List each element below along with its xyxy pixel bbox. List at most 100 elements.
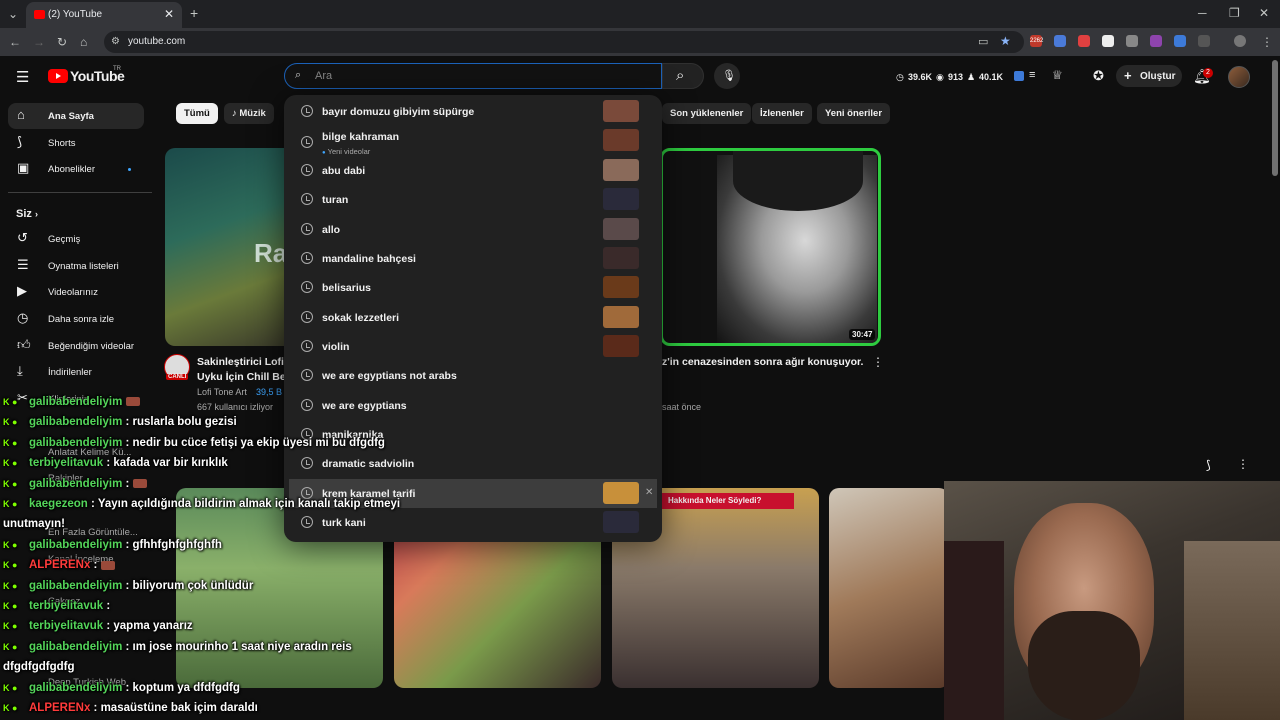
history-icon: ↺ (17, 230, 28, 245)
sidebar-item-watch-later[interactable]: ◷ Daha sonra izle (8, 306, 144, 332)
chat-username[interactable]: terbiyelitavuk (29, 620, 103, 632)
suggestion-item[interactable]: sokak lezzetleri (289, 303, 657, 332)
history-icon (301, 281, 313, 293)
suggestion-item[interactable]: allo (289, 215, 657, 244)
suggestion-item[interactable]: mandaline bahçesi (289, 244, 657, 273)
chat-text: : ım jose mourinho 1 saat niye aradın re… (122, 640, 352, 653)
tab-list-icon[interactable]: ⌄ (8, 7, 18, 21)
youtube-logo-icon[interactable] (48, 69, 68, 83)
search-input[interactable] (315, 68, 645, 84)
minimize-icon[interactable]: ─ (1198, 6, 1207, 20)
premium-spark-icon[interactable]: ✪ (1093, 68, 1104, 84)
chip-watched[interactable]: İzlenenler (752, 103, 812, 124)
chat-badge-icon: K ● (3, 682, 18, 693)
chat-username[interactable]: kaegezeon (29, 498, 88, 510)
site-info-icon[interactable]: ⚙ (111, 35, 120, 49)
chat-username[interactable]: galibabendeliyim (29, 396, 122, 408)
create-button[interactable]: + Oluştur (1116, 65, 1182, 87)
home-icon[interactable]: ⌂ (80, 35, 87, 49)
forward-icon[interactable]: → (33, 35, 45, 49)
suggestion-thumbnail (603, 482, 639, 504)
chat-username[interactable]: galibabendeliyim (29, 437, 122, 449)
video-thumbnail-portrait[interactable] (660, 148, 881, 346)
chip-recently-uploaded[interactable]: Son yüklenenler (662, 103, 752, 124)
sidebar-item-downloads[interactable]: ⤓ İndirilenler (8, 359, 144, 385)
adblock-extension-icon[interactable] (1078, 35, 1090, 47)
sidebar-item-playlists[interactable]: ☰ Oynatma listeleri (8, 253, 144, 279)
suggestion-item[interactable]: violin (289, 332, 657, 361)
new-tab-icon[interactable]: + (190, 6, 198, 20)
search-box[interactable]: ⌕ (284, 63, 662, 89)
page-scrollbar[interactable] (1272, 60, 1278, 176)
suggestion-text: bayır domuzu gibiyim süpürge (322, 106, 475, 118)
sidebar-item-label: Shorts (48, 138, 76, 149)
chat-username[interactable]: terbiyelitavuk (29, 457, 103, 469)
chip-music[interactable]: ♪ Müzik (224, 103, 274, 124)
suggestion-item[interactable]: abu dabi (289, 156, 657, 185)
sidebar-item-history[interactable]: ↺ Geçmiş (8, 226, 144, 252)
studio-extension-icon[interactable] (1014, 71, 1024, 81)
chat-username[interactable]: galibabendeliyim (29, 539, 122, 551)
chat-text: : biliyorum çok ünlüdür (122, 579, 254, 592)
suggestion-item[interactable]: dramatic sadviolin (289, 449, 657, 478)
shorts-more-options-icon[interactable]: ⋮ (1237, 457, 1249, 471)
chat-username[interactable]: galibabendeliyim (29, 641, 122, 653)
video-title[interactable]: z'in cenazesinden sonra ağır konuşuyor. (662, 356, 863, 368)
close-tab-icon[interactable]: ✕ (164, 7, 174, 21)
extension-diamond-icon[interactable] (1102, 35, 1114, 47)
extension-glasses-icon[interactable] (1126, 35, 1138, 47)
suggestion-item[interactable]: bilge kahraman Yeni videolar (289, 126, 657, 156)
video-title-line2[interactable]: Uyku İçin Chill Bea (197, 371, 292, 383)
chat-username[interactable]: galibabendeliyim (29, 580, 122, 592)
restore-icon[interactable]: ❐ (1229, 6, 1240, 20)
list-icon[interactable]: ≡ (1029, 69, 1035, 81)
chat-username[interactable]: terbiyelitavuk (29, 600, 103, 612)
chat-username[interactable]: galibabendeliyim (29, 682, 122, 694)
video-more-options-icon[interactable]: ⋮ (872, 355, 884, 369)
suggestion-item[interactable]: bayır domuzu gibiyim süpürge (289, 97, 657, 126)
suggestion-thumbnail (603, 188, 639, 210)
extension-purple-icon[interactable] (1150, 35, 1162, 47)
chip-all[interactable]: Tümü (176, 103, 218, 124)
extension-badge-icon[interactable]: 2262 (1030, 35, 1043, 47)
address-bar[interactable]: ⚙ youtube.com ▭ ★ (104, 31, 1024, 53)
trophy-icon[interactable]: ♕ (1052, 68, 1063, 82)
translate-extension-icon[interactable] (1054, 35, 1066, 47)
sidebar-item-subscriptions[interactable]: ▣ Abonelikler (8, 156, 144, 182)
remove-suggestion-icon[interactable]: ✕ (645, 487, 653, 498)
close-window-icon[interactable]: ✕ (1259, 6, 1269, 20)
voice-search-button[interactable]: 🎙 (714, 63, 740, 89)
browser-tab-youtube[interactable]: (2) YouTube ✕ (26, 2, 182, 28)
suggestion-item[interactable]: we are egyptians not arabs (289, 361, 657, 390)
suggestion-item[interactable]: turk kani (289, 508, 657, 537)
bookmark-star-icon[interactable]: ★ (1000, 34, 1011, 48)
chat-text: unutmayın! (3, 518, 65, 531)
suggestion-item[interactable]: belisarius (289, 273, 657, 302)
back-icon[interactable]: ← (9, 35, 21, 49)
sidebar-section-you[interactable]: Siz › (16, 208, 38, 220)
sidebar-item-shorts[interactable]: ⟆ Shorts (8, 130, 144, 156)
reload-icon[interactable]: ↻ (57, 35, 67, 49)
short-thumbnail[interactable] (829, 488, 949, 688)
search-button[interactable]: ⌕ (662, 63, 704, 89)
sidebar-item-liked-videos[interactable]: 👍︎ Beğendiğim videolar (8, 333, 144, 359)
suggestion-item[interactable]: turan (289, 185, 657, 214)
sidebar-item-your-videos[interactable]: ▶ Videolarınız (8, 279, 144, 305)
account-avatar[interactable] (1228, 66, 1250, 88)
extension-sound-icon[interactable] (1174, 35, 1186, 47)
suggestion-item[interactable]: we are egyptians (289, 391, 657, 420)
chat-username[interactable]: ALPERENx (29, 702, 90, 714)
channel-name[interactable]: Lofi Tone Art (197, 387, 247, 397)
history-icon (301, 105, 313, 117)
cast-icon[interactable]: ▭ (978, 35, 988, 49)
chrome-menu-icon[interactable]: ⋮ (1261, 35, 1273, 49)
hamburger-menu-icon[interactable]: ☰ (16, 68, 29, 86)
chip-new-to-you[interactable]: Yeni öneriler (817, 103, 891, 124)
chat-username[interactable]: ALPERENx (29, 559, 90, 571)
profile-icon[interactable] (1234, 35, 1246, 47)
sidebar-item-home[interactable]: ⌂ Ana Sayfa (8, 103, 144, 129)
chat-username[interactable]: galibabendeliyim (29, 416, 122, 428)
video-title-line1[interactable]: Sakinleştirici Lofi (197, 356, 284, 368)
chat-username[interactable]: galibabendeliyim (29, 478, 122, 490)
extensions-puzzle-icon[interactable] (1198, 35, 1210, 47)
